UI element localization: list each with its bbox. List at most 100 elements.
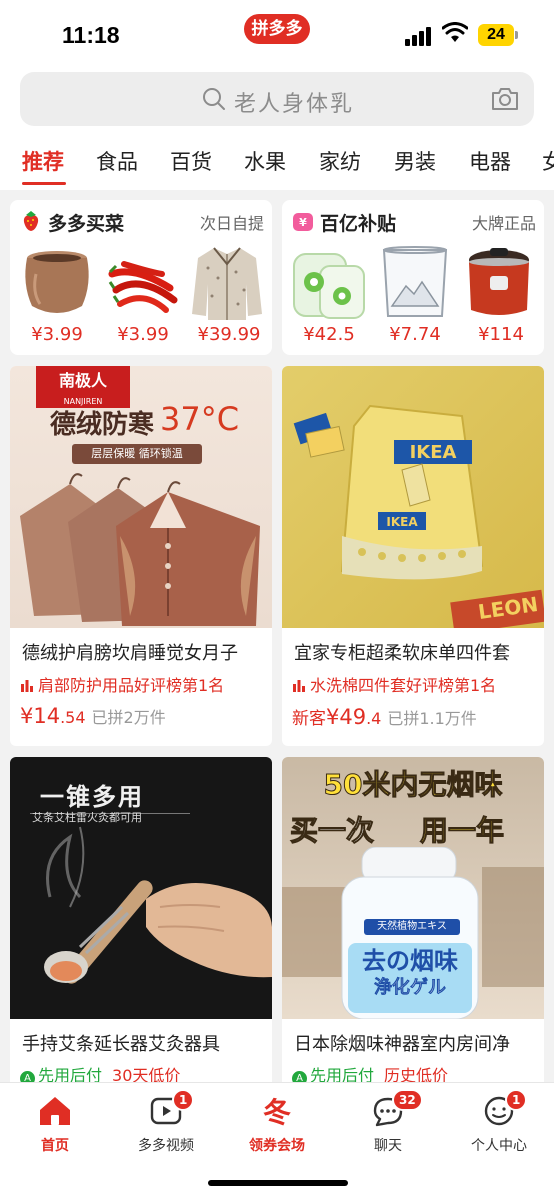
price-decimal: .4	[366, 709, 382, 728]
notification-badge: 1	[505, 1089, 528, 1111]
product-title: 宜家专柜超柔软床单四件套	[294, 643, 510, 664]
search-placeholder: 老人身体乳	[234, 92, 355, 117]
signal-icon	[405, 26, 433, 46]
image-headline-2a: 买一次	[289, 814, 375, 848]
product-card[interactable]: 50米内无烟味 买一次 用一年 天然植物エキス 去の烟味 浄化ゲル 日本除烟味神…	[282, 757, 544, 1097]
svg-text:冬: 冬	[263, 1096, 291, 1127]
nav-label: 领券会场	[249, 1138, 305, 1154]
product-title: 德绒护肩膀坎肩睡觉女月子	[22, 643, 238, 664]
search-icon	[203, 88, 225, 110]
tab-food[interactable]: 食品	[96, 146, 138, 176]
home-indicator	[208, 1180, 348, 1186]
image-headline: 50米内无烟味	[323, 768, 503, 802]
nav-coupons[interactable]: 冬 领券会场	[227, 1095, 327, 1161]
rank-text: 水洗棉四件套好评榜第1名	[310, 676, 497, 695]
product-card[interactable]: LEON IKEA IKEA 宜家专柜超柔软床单四件套 水洗棉四件套好评榜第1名…	[282, 366, 544, 746]
nav-video[interactable]: 1 多多视频	[116, 1089, 216, 1161]
image-tag: 层层保暖 循环锁温	[72, 444, 202, 464]
rank-row: 肩部防护用品好评榜第1名	[20, 672, 224, 696]
shoulder-vest-illustration	[20, 473, 260, 626]
home-icon	[40, 1097, 70, 1125]
image-headline: 德绒防寒	[50, 410, 155, 440]
promo-subtitle: 大牌正品	[471, 214, 536, 233]
nav-chat[interactable]: 32 聊天	[338, 1089, 438, 1161]
strawberry-icon	[23, 211, 39, 231]
tab-appliances[interactable]: 电器	[469, 146, 511, 176]
status-time: 11:18	[62, 22, 120, 48]
search-input[interactable]: 老人身体乳	[20, 72, 534, 126]
ikea-package-illustration: IKEA IKEA	[293, 404, 484, 580]
rank-text: 肩部防护用品好评榜第1名	[38, 676, 225, 695]
product-image: 南极人 NANJIREN 德绒防寒 37°C 层层保暖 循环锁温	[10, 366, 272, 628]
promo-price: ¥39.99	[197, 324, 261, 345]
sold-count: 已拼2万件	[91, 708, 166, 727]
image-headline-2b: 用一年	[419, 814, 505, 848]
category-tabs: 推荐 食品 百货 水果 家纺 男装 电器 女	[0, 132, 554, 190]
price-main: ¥14	[20, 704, 61, 728]
nav-home[interactable]: 首页	[5, 1095, 105, 1161]
promo-title: 百亿补贴	[320, 213, 397, 235]
pressure-cooker-image[interactable]	[460, 244, 538, 322]
image-label-2: 浄化ゲル	[374, 977, 447, 999]
status-bar: 11:18 拼多多 24	[0, 0, 554, 70]
image-temp: 37°C	[160, 400, 240, 438]
price-decimal: .54	[60, 708, 86, 727]
tab-home-textiles[interactable]: 家纺	[319, 146, 361, 176]
svg-text:IKEA: IKEA	[386, 515, 418, 529]
ranking-icon	[293, 680, 305, 692]
chili-peppers-image[interactable]	[104, 244, 182, 322]
product-image: 50米内无烟味 买一次 用一年 天然植物エキス 去の烟味 浄化ゲル	[282, 757, 544, 1019]
product-title: 日本除烟味神器室内房间净	[294, 1034, 510, 1055]
brand-tag: 南极人	[36, 366, 130, 396]
new-customer-tag: 新客	[292, 709, 326, 729]
search-bar: 老人身体乳	[0, 70, 554, 132]
svg-text:IKEA: IKEA	[410, 442, 457, 463]
nav-profile[interactable]: 1 个人中心	[449, 1089, 549, 1161]
product-card[interactable]: 一锥多用 艾条艾柱雷火灸都可用 手持艾条延长器艾灸器具 A 先用后付 30天低价	[10, 757, 272, 1097]
promo-price: ¥3.99	[31, 324, 83, 345]
promo-subsidy[interactable]: ¥ 百亿补贴 大牌正品 ¥42.5 ¥7.74 ¥114	[282, 200, 544, 355]
tab-general-goods[interactable]: 百货	[170, 146, 212, 176]
price-row: 新客¥49.4 已拼1.1万件	[292, 704, 477, 729]
product-image: 一锥多用 艾条艾柱雷火灸都可用	[10, 757, 272, 1019]
app-badge: 拼多多	[244, 14, 310, 44]
nav-label: 首页	[41, 1138, 69, 1154]
image-label-3: 天然植物エキス	[364, 919, 460, 935]
active-tab-indicator	[22, 182, 66, 185]
moxa-holder-illustration	[44, 826, 272, 984]
ranking-icon	[21, 680, 33, 692]
promo-subtitle: 次日自提	[199, 214, 264, 233]
notification-badge: 32	[392, 1089, 423, 1111]
product-card[interactable]: 南极人 NANJIREN 德绒防寒 37°C 层层保暖 循环锁温 德绒护肩膀坎肩…	[10, 366, 272, 746]
promo-price: ¥3.99	[117, 324, 169, 345]
promo-title: 多多买菜	[48, 213, 125, 235]
price-row: ¥14.54 已拼2万件	[20, 704, 166, 728]
price-main: ¥49	[326, 705, 367, 729]
notification-badge: 1	[172, 1089, 195, 1111]
wifi-icon	[442, 22, 468, 42]
camera-icon[interactable]	[490, 86, 520, 112]
tweed-jacket-image[interactable]	[188, 244, 266, 322]
laundry-pods-image[interactable]	[290, 244, 368, 322]
promo-price: ¥7.74	[389, 324, 441, 345]
image-label-1: 去の烟味	[362, 947, 458, 975]
product-image: LEON IKEA IKEA	[282, 366, 544, 628]
promo-price: ¥42.5	[303, 324, 355, 345]
clay-pot-image[interactable]	[18, 244, 96, 322]
nav-label: 多多视频	[138, 1138, 194, 1154]
tab-fruit[interactable]: 水果	[244, 146, 286, 176]
tab-menswear[interactable]: 男装	[394, 146, 436, 176]
svg-text:¥: ¥	[299, 216, 307, 229]
tab-recommend[interactable]: 推荐	[22, 146, 64, 176]
subsidy-icon: ¥	[293, 213, 313, 231]
product-title: 手持艾条延长器艾灸器具	[22, 1034, 220, 1055]
coupon-icon: 冬	[263, 1096, 291, 1127]
promo-price: ¥114	[478, 324, 524, 345]
tab-womenswear[interactable]: 女	[542, 146, 554, 176]
glass-cup-image[interactable]	[376, 244, 454, 322]
rank-row: 水洗棉四件套好评榜第1名	[292, 672, 496, 696]
promo-duoduo-grocery[interactable]: 多多买菜 次日自提 ¥3.99 ¥3.99 ¥39.99	[10, 200, 272, 355]
nav-label: 个人中心	[471, 1138, 527, 1154]
battery-indicator: 24	[478, 24, 518, 46]
sold-count: 已拼1.1万件	[387, 709, 477, 728]
